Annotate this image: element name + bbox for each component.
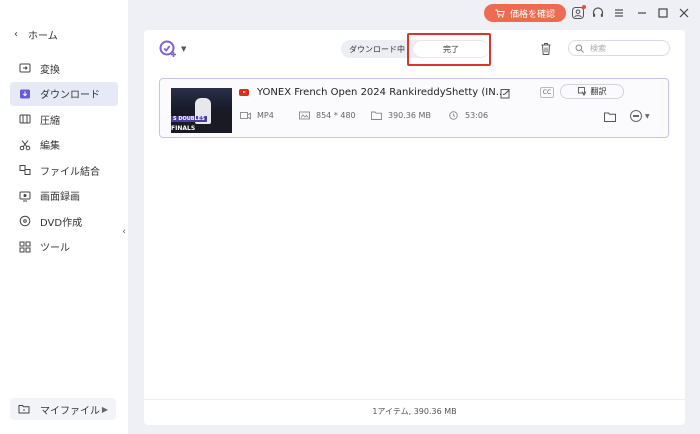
check-price-label: 価格を確認	[509, 9, 555, 20]
thumbnail-caption-top: S DOUBLES	[171, 116, 207, 122]
close-icon[interactable]	[676, 5, 692, 21]
footer-divider	[144, 399, 685, 400]
duration-meta: 53:06	[448, 111, 488, 120]
collapse-sidebar-icon[interactable]: ‹	[119, 224, 129, 240]
resolution-meta: 854 * 480	[299, 111, 356, 120]
convert-icon	[18, 61, 32, 75]
sidebar-item-label: 圧縮	[40, 115, 60, 127]
sidebar-item-merge[interactable]: ファイル結合	[10, 158, 118, 182]
search-icon	[575, 44, 584, 53]
search-field[interactable]: 検索	[568, 40, 670, 56]
home-label: ホーム	[28, 30, 58, 42]
back-arrow-icon: ‹	[14, 28, 18, 40]
size-meta: 390.36 MB	[371, 111, 431, 120]
format-value: MP4	[257, 111, 274, 120]
minimize-icon[interactable]	[634, 5, 650, 21]
sidebar-item-label: DVD作成	[40, 217, 83, 229]
menu-icon[interactable]	[611, 5, 627, 21]
clock-icon	[449, 111, 458, 120]
more-options-button[interactable]: ▼	[630, 110, 650, 122]
edit-icon[interactable]	[500, 88, 511, 99]
trash-icon[interactable]	[540, 42, 552, 56]
download-item[interactable]: S DOUBLES FINALS YONEX French Open 2024 …	[159, 78, 669, 138]
cart-icon	[495, 9, 505, 18]
sidebar-item-tools[interactable]: ツール	[10, 235, 118, 259]
sidebar-item-download[interactable]: ダウンロード	[10, 81, 118, 106]
sidebar-item-label: ファイル結合	[40, 166, 100, 178]
my-files-button[interactable]: マイファイル ▶	[10, 398, 116, 420]
disc-icon	[18, 214, 32, 228]
sidebar: ‹ ホーム 変換 ダウンロード 圧縮 編集 ファイル結合 画面録画 DVD作成 …	[0, 0, 128, 434]
sidebar-item-convert[interactable]: 変換	[10, 56, 118, 80]
youtube-icon	[239, 89, 249, 96]
sidebar-nav: 変換 ダウンロード 圧縮 編集 ファイル結合 画面録画 DVD作成 ツール	[10, 56, 118, 260]
search-placeholder: 検索	[590, 43, 606, 53]
compress-icon	[18, 112, 32, 126]
highlight-box	[407, 33, 491, 66]
chevron-down-icon: ▼	[181, 45, 187, 53]
video-thumbnail[interactable]: S DOUBLES FINALS	[171, 88, 232, 133]
open-folder-icon[interactable]	[604, 112, 616, 122]
grid-icon	[18, 240, 32, 254]
sidebar-item-label: ダウンロード	[40, 90, 100, 101]
subtitles-icon[interactable]: CC	[540, 87, 554, 98]
screen-record-icon	[18, 189, 32, 203]
merge-icon	[18, 163, 32, 177]
chevron-down-icon: ▼	[645, 112, 650, 120]
translate-label: 翻訳	[590, 87, 607, 96]
sidebar-item-label: ツール	[40, 243, 70, 254]
file-size-icon	[371, 111, 382, 120]
sidebar-item-edit[interactable]: 編集	[10, 133, 118, 157]
sidebar-item-compress[interactable]: 圧縮	[10, 107, 118, 131]
footer-summary: 1アイテム, 390.36 MB	[372, 407, 457, 416]
duration-value: 53:06	[465, 111, 489, 120]
scissors-icon	[18, 138, 32, 152]
add-url-button[interactable]: ▼	[158, 39, 186, 59]
sidebar-item-screen-record[interactable]: 画面録画	[10, 184, 118, 208]
tab-downloading[interactable]: ダウンロード中	[341, 40, 413, 58]
headset-icon[interactable]	[590, 5, 606, 21]
more-icon	[630, 110, 642, 122]
format-meta: MP4	[240, 111, 274, 120]
sidebar-item-label: 画面録画	[40, 192, 80, 203]
folder-icon	[18, 404, 32, 414]
check-price-button[interactable]: 価格を確認	[484, 4, 566, 22]
resolution-icon	[299, 111, 310, 120]
caret-right-icon: ▶	[101, 404, 108, 414]
maximize-icon[interactable]	[655, 5, 671, 21]
translate-button[interactable]: 翻訳	[560, 84, 624, 99]
sidebar-item-label: 変換	[40, 64, 60, 76]
my-files-label: マイファイル	[40, 405, 100, 417]
video-title: YONEX French Open 2024 RankireddyShetty …	[257, 87, 506, 98]
add-download-icon	[159, 40, 176, 57]
translate-icon	[577, 87, 586, 96]
size-value: 390.36 MB	[388, 111, 431, 120]
sidebar-item-label: 編集	[40, 141, 60, 152]
sidebar-item-dvd[interactable]: DVD作成	[10, 209, 118, 233]
main-panel: ▼ ダウンロード中 完了 検索 S DOUBLES FINALS YONEX F…	[144, 30, 685, 425]
thumbnail-caption-bottom: FINALS	[171, 125, 196, 132]
notification-dot	[582, 5, 586, 9]
download-icon	[18, 87, 32, 101]
home-button[interactable]: ‹ ホーム	[14, 27, 58, 42]
video-format-icon	[240, 112, 251, 120]
resolution-value: 854 * 480	[316, 111, 356, 120]
